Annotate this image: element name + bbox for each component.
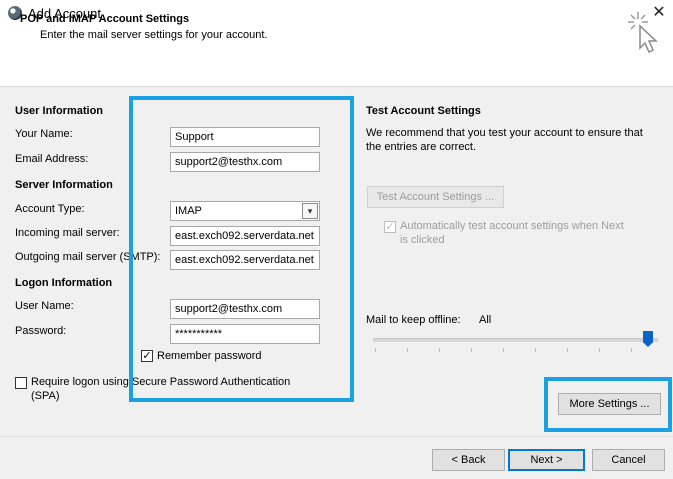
test-settings-description: We recommend that you test your account … bbox=[366, 127, 643, 139]
cursor-sparkle-icon bbox=[628, 12, 658, 54]
password-label: Password: bbox=[15, 325, 67, 337]
slider-tick bbox=[631, 348, 632, 352]
slider-tick bbox=[439, 348, 440, 352]
slider-tick bbox=[471, 348, 472, 352]
slider-tick bbox=[535, 348, 536, 352]
server-info-heading: Server Information bbox=[15, 179, 113, 191]
offline-slider-thumb[interactable] bbox=[643, 331, 653, 347]
test-account-settings-button[interactable]: Test Account Settings ... bbox=[367, 186, 504, 208]
slider-tick bbox=[503, 348, 504, 352]
page-title: POP and IMAP Account Settings bbox=[20, 13, 190, 25]
user-info-heading: User Information bbox=[15, 105, 104, 117]
slider-tick bbox=[407, 348, 408, 352]
auto-test-label-continued: is clicked bbox=[400, 234, 445, 246]
offline-slider-track[interactable] bbox=[373, 338, 658, 342]
next-button[interactable]: Next > bbox=[508, 449, 585, 471]
test-settings-description-continued: the entries are correct. bbox=[366, 141, 477, 153]
spa-checkbox[interactable] bbox=[15, 377, 27, 389]
fields-highlight-box bbox=[129, 96, 354, 402]
test-settings-heading: Test Account Settings bbox=[366, 105, 481, 117]
offline-label: Mail to keep offline: bbox=[366, 314, 461, 326]
auto-test-label: Automatically test account settings when… bbox=[400, 220, 624, 232]
cancel-button[interactable]: Cancel bbox=[592, 449, 665, 471]
slider-tick bbox=[599, 348, 600, 352]
footer-divider bbox=[0, 436, 673, 437]
account-type-label: Account Type: bbox=[15, 203, 85, 215]
back-button[interactable]: < Back bbox=[432, 449, 505, 471]
slider-tick bbox=[567, 348, 568, 352]
email-address-label: Email Address: bbox=[15, 153, 89, 165]
slider-tick bbox=[375, 348, 376, 352]
logon-info-heading: Logon Information bbox=[15, 277, 113, 289]
spa-label-continued: (SPA) bbox=[31, 390, 60, 402]
offline-value: All bbox=[479, 314, 492, 326]
more-settings-highlight-box bbox=[544, 377, 672, 432]
your-name-label: Your Name: bbox=[15, 128, 73, 140]
incoming-server-label: Incoming mail server: bbox=[15, 227, 120, 239]
page-subtitle: Enter the mail server settings for your … bbox=[40, 29, 268, 41]
auto-test-checkbox[interactable]: ✓ bbox=[384, 221, 396, 233]
user-name-label: User Name: bbox=[15, 300, 74, 312]
